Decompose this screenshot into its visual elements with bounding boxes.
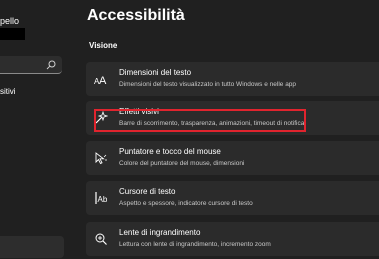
- sidebar-item-selected[interactable]: [0, 236, 64, 258]
- svg-text:Ab: Ab: [98, 195, 108, 204]
- main-content: Accessibilità Visione A A Dimensioni del…: [70, 0, 379, 259]
- text-cursor-card[interactable]: Ab Cursore di testo Aspetto e spessore, …: [86, 181, 379, 215]
- sidebar: pello sitivi: [0, 0, 70, 259]
- search-icon: [46, 60, 56, 70]
- sidebar-item-devices[interactable]: sitivi: [0, 87, 16, 96]
- text-cursor-icon: Ab: [94, 191, 108, 205]
- search-input[interactable]: [0, 56, 62, 74]
- card-title: Cursore di testo: [119, 187, 176, 196]
- visual-effects-card[interactable]: Effetti visivi Barre di scorrimento, tra…: [86, 101, 379, 135]
- card-description: Lettura con lente di ingrandimento, incr…: [119, 241, 271, 248]
- card-title: Puntatore e tocco del mouse: [119, 147, 221, 156]
- magnifier-card[interactable]: Lente di ingrandimento Lettura con lente…: [86, 222, 379, 256]
- text-size-card[interactable]: A A Dimensioni del testo Dimensioni del …: [86, 62, 379, 96]
- magnifier-icon: [94, 232, 108, 246]
- card-title: Lente di ingrandimento: [119, 228, 201, 237]
- svg-text:A: A: [99, 75, 107, 86]
- card-title: Effetti visivi: [119, 107, 159, 116]
- sparkle-icon: [94, 111, 108, 125]
- text-size-icon: A A: [94, 72, 108, 86]
- user-name: pello: [0, 16, 20, 26]
- card-description: Dimensioni del testo visualizzato in tut…: [119, 81, 297, 88]
- pointer-icon: [94, 151, 108, 165]
- page-title: Accessibilità: [87, 7, 185, 24]
- card-title: Dimensioni del testo: [119, 68, 192, 77]
- redacted-email: [0, 28, 25, 40]
- mouse-pointer-card[interactable]: Puntatore e tocco del mouse Colore del p…: [86, 141, 379, 175]
- card-description: Aspetto e spessore, indicatore cursore d…: [119, 200, 253, 207]
- section-title: Visione: [89, 41, 118, 50]
- card-description: Barre di scorrimento, trasparenza, anima…: [119, 120, 305, 127]
- card-description: Colore del puntatore del mouse, dimensio…: [119, 160, 245, 167]
